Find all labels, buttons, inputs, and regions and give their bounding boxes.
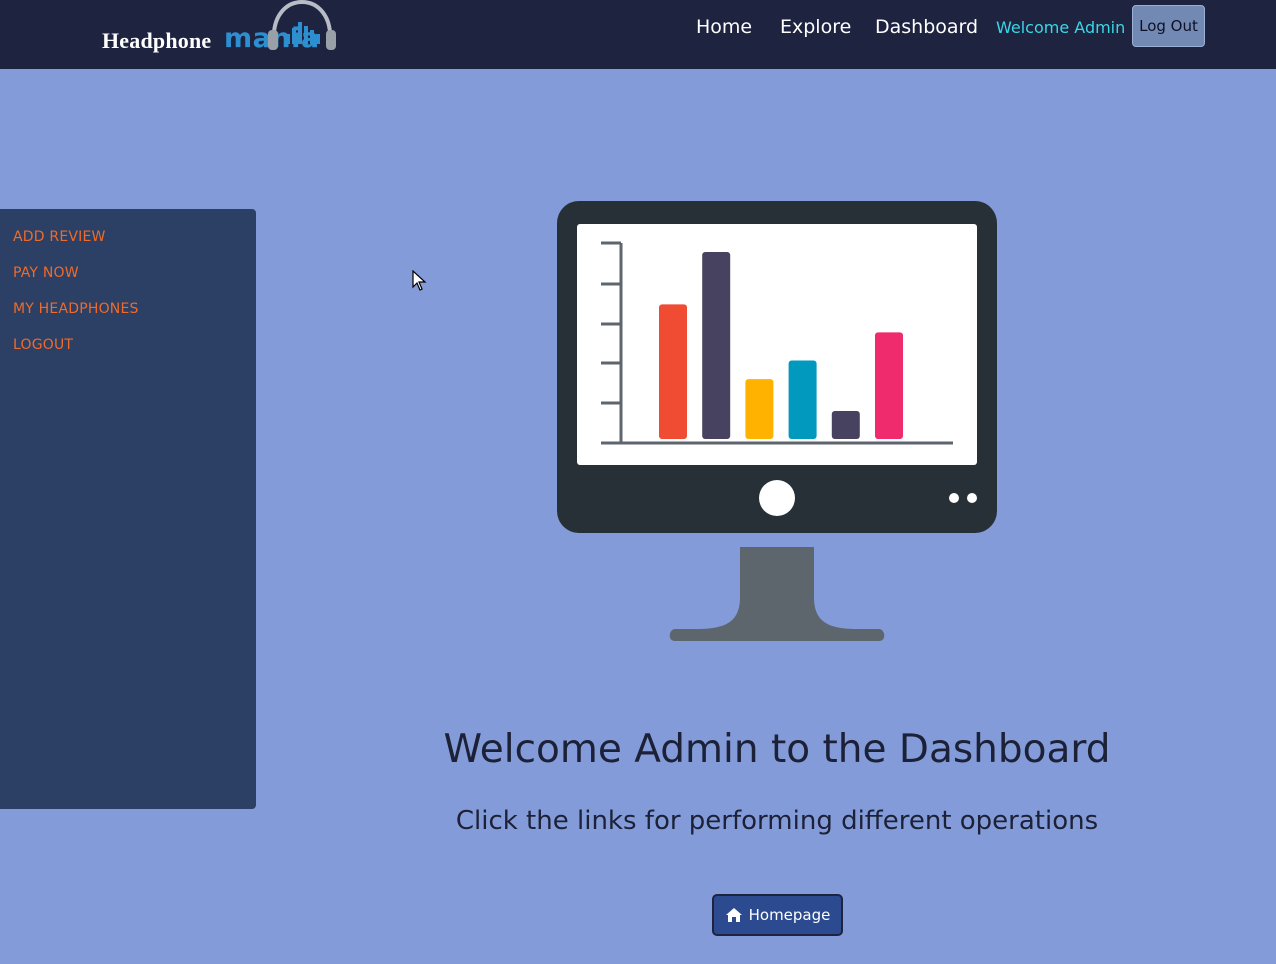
welcome-user-text: Welcome Admin	[996, 18, 1126, 37]
logo-text-headphone: Headphone	[102, 28, 212, 53]
sidebar-item-pay-now[interactable]: PAY NOW	[13, 265, 79, 281]
page-title: Welcome Admin to the Dashboard	[443, 727, 1111, 772]
nav-explore[interactable]: Explore	[780, 16, 851, 38]
illustration-bar	[745, 379, 774, 439]
monitor-stand	[669, 547, 885, 641]
dashboard-sidebar: ADD REVIEW PAY NOW MY HEADPHONES LOGOUT	[0, 209, 256, 809]
homepage-button[interactable]: Homepage	[712, 894, 843, 936]
sidebar-item-add-review[interactable]: ADD REVIEW	[13, 229, 106, 245]
home-icon	[725, 908, 742, 922]
mouse-cursor-icon	[412, 270, 427, 291]
dashboard-monitor-illustration	[557, 201, 997, 641]
page-subtitle: Click the links for performing different…	[455, 806, 1099, 836]
headphones-logo-icon	[268, 0, 336, 50]
monitor-screen	[577, 224, 977, 465]
monitor-indicator-dot	[949, 493, 959, 503]
illustration-bar	[659, 304, 687, 439]
illustration-bar	[702, 252, 731, 439]
top-navbar: Headphone mania Home Explore Dashboard W…	[0, 0, 1276, 69]
logout-button[interactable]: Log Out	[1132, 5, 1205, 47]
sidebar-item-logout[interactable]: LOGOUT	[13, 337, 73, 353]
monitor-indicator-dot	[967, 493, 977, 503]
monitor-power-button	[759, 480, 795, 516]
sidebar-item-my-headphones[interactable]: MY HEADPHONES	[13, 301, 139, 317]
illustration-bar	[788, 360, 817, 439]
illustration-bar	[831, 410, 860, 439]
nav-dashboard[interactable]: Dashboard	[875, 16, 978, 38]
nav-home[interactable]: Home	[696, 16, 752, 38]
homepage-button-label: Homepage	[748, 906, 831, 924]
illustration-bar	[875, 332, 903, 439]
brand-logo[interactable]: Headphone mania	[100, 0, 340, 60]
